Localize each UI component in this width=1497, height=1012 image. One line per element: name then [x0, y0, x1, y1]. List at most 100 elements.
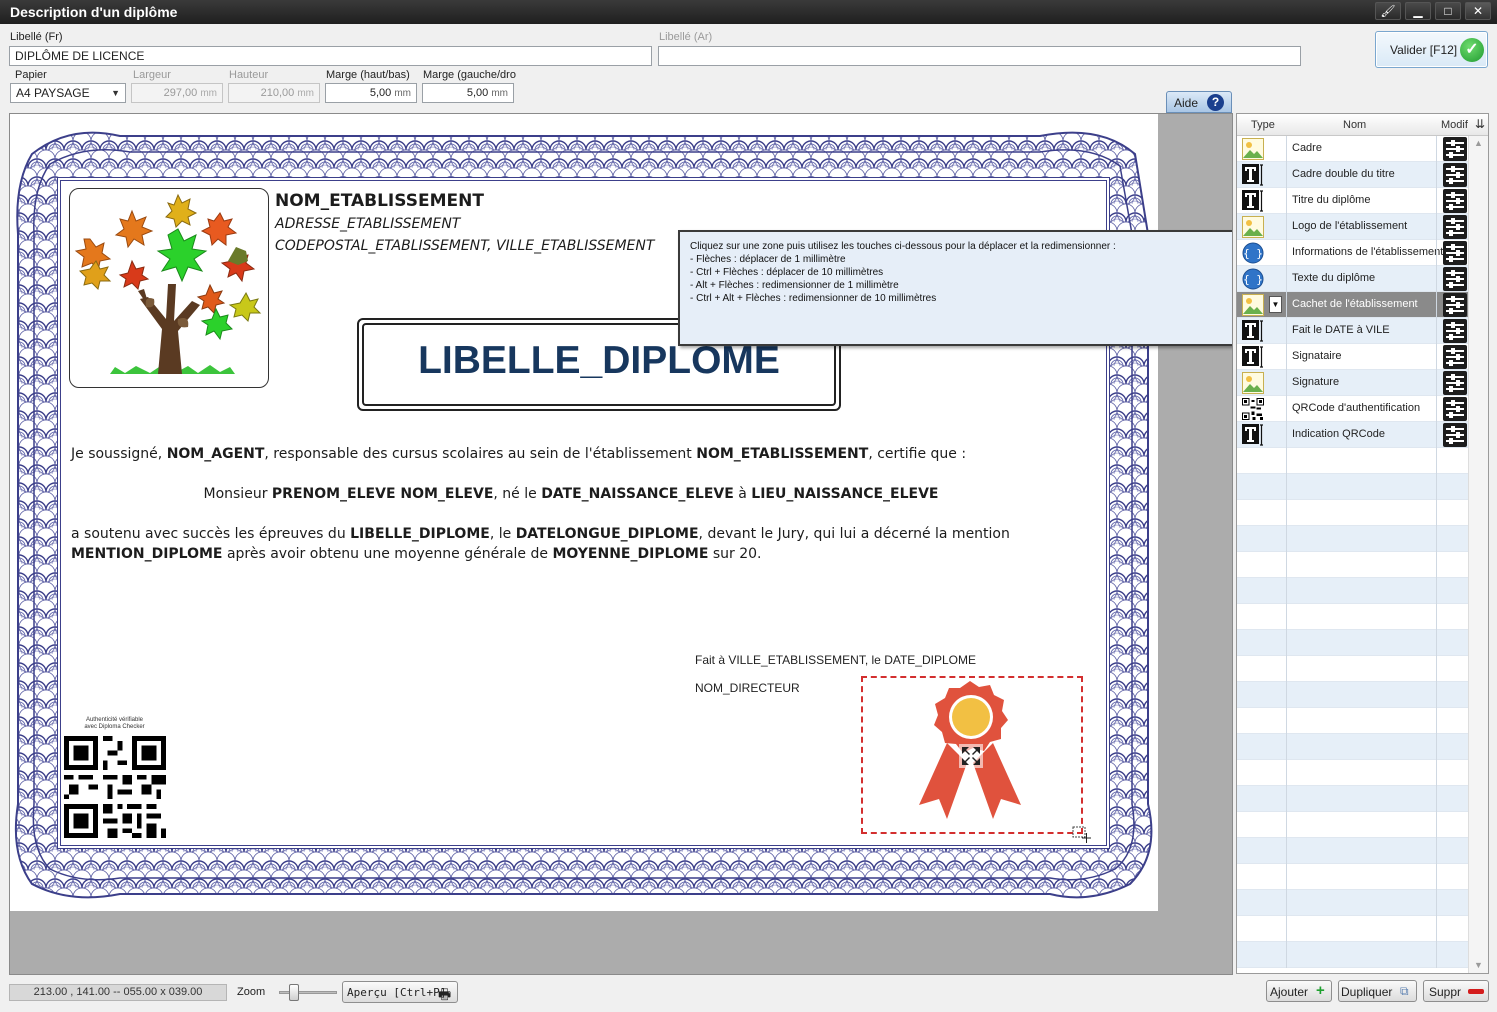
table-row[interactable]: Signataire: [1237, 344, 1470, 370]
elements-table[interactable]: Type Nom Modif ⇊ Cadre Cadre double du ti…: [1236, 113, 1489, 974]
text-run: , devant le Jury, qui lui a décerné la m…: [698, 526, 1010, 542]
suppr-label: Suppr: [1429, 985, 1462, 999]
placeholder-field: NOM_AGENT: [166, 446, 265, 462]
edit-sliders-icon[interactable]: [1443, 423, 1467, 447]
scroll-up-icon[interactable]: ▲: [1472, 138, 1485, 151]
help-line: - Alt + Flèches : redimensionner de 1 mi…: [690, 280, 899, 291]
apercu-button[interactable]: Aperçu [Ctrl+P] 🖶: [342, 981, 458, 1003]
help-icon: ?: [1207, 94, 1224, 111]
brush-icon[interactable]: 🖌: [1375, 2, 1401, 20]
table-row[interactable]: Cadre: [1237, 136, 1470, 162]
type-cell: [1237, 396, 1287, 422]
table-row[interactable]: Cadre double du titre: [1237, 162, 1470, 188]
modif-cell: [1436, 786, 1470, 812]
establishment-logo[interactable]: [69, 188, 269, 388]
edit-sliders-icon[interactable]: [1443, 345, 1467, 369]
copy-icon: ⧉: [1400, 984, 1409, 998]
edit-sliders-icon[interactable]: [1443, 163, 1467, 187]
qrcode-image[interactable]: [64, 736, 166, 838]
type-cell: [1237, 760, 1287, 786]
zoom-slider[interactable]: [279, 984, 337, 1002]
fait-a-text[interactable]: Fait à VILLE_ETABLISSEMENT, le DATE_DIPL…: [695, 653, 976, 667]
diploma-text-paragraph-3[interactable]: a soutenu avec succès les épreuves du LI…: [71, 526, 1010, 542]
scroll-down-icon[interactable]: ▼: [1472, 960, 1485, 973]
diploma-text-paragraph-2[interactable]: Monsieur PRENOM_ELEVE NOM_ELEVE, né le D…: [71, 486, 1071, 502]
marge-haut-bas-input[interactable]: 5,00 mm: [325, 83, 417, 103]
type-cell: [1237, 188, 1287, 214]
valider-button[interactable]: Valider [F12] ✓: [1375, 31, 1488, 68]
move-arrows-icon[interactable]: [958, 743, 984, 769]
type-cell: [1237, 656, 1287, 682]
table-row[interactable]: Logo de l'établissement: [1237, 214, 1470, 240]
qrcode-caption-line-2: avec Diploma Checker: [84, 724, 145, 730]
establishment-address[interactable]: ADRESSE_ETABLISSEMENT: [275, 216, 460, 232]
modif-cell: [1436, 500, 1470, 526]
column-type[interactable]: Type: [1251, 119, 1275, 131]
marge-gauche-droite-input[interactable]: 5,00 mm: [422, 83, 514, 103]
edit-sliders-icon[interactable]: [1443, 397, 1467, 421]
table-row-empty: [1237, 890, 1470, 916]
text-run: après avoir obtenu une moyenne générale …: [222, 546, 553, 562]
chevron-down-double-icon[interactable]: ⇊: [1475, 117, 1485, 131]
edit-sliders-icon[interactable]: [1443, 189, 1467, 213]
aide-button[interactable]: Aide ?: [1166, 91, 1232, 113]
table-row[interactable]: QRCode d'authentification: [1237, 396, 1470, 422]
modif-cell: [1436, 292, 1470, 318]
type-cell: [1237, 630, 1287, 656]
row-name: QRCode d'authentification: [1292, 402, 1421, 414]
zoom-slider-thumb[interactable]: [289, 984, 299, 1001]
table-row[interactable]: Titre du diplôme: [1237, 188, 1470, 214]
text-run: , responsable des cursus scolaires au se…: [264, 446, 697, 462]
edit-sliders-icon[interactable]: [1443, 241, 1467, 265]
type-cell: [1237, 604, 1287, 630]
hauteur-label: Hauteur: [229, 69, 269, 81]
column-modif[interactable]: Modif: [1441, 119, 1468, 131]
edit-sliders-icon[interactable]: [1443, 293, 1467, 317]
modif-cell: [1436, 188, 1470, 214]
libelle-ar-input[interactable]: [658, 46, 1301, 66]
placeholder-field: MOYENNE_DIPLOME: [552, 546, 709, 562]
establishment-name[interactable]: NOM_ETABLISSEMENT: [275, 191, 484, 211]
establishment-city[interactable]: CODEPOSTAL_ETABLISSEMENT, VILLE_ETABLISS…: [275, 238, 654, 254]
edit-sliders-icon[interactable]: [1443, 137, 1467, 161]
signataire-text[interactable]: NOM_DIRECTEUR: [695, 681, 800, 695]
qrcode-caption[interactable]: Authenticité vérifiable avec Diploma Che…: [62, 717, 167, 731]
close-button[interactable]: ✕: [1465, 2, 1491, 20]
minimize-button[interactable]: ▁: [1405, 2, 1431, 20]
ajouter-label: Ajouter: [1270, 985, 1309, 999]
type-cell: [1237, 942, 1287, 968]
text-run: , né le: [493, 486, 542, 502]
modif-cell: [1436, 708, 1470, 734]
table-row[interactable]: Fait le DATE à VILE: [1237, 318, 1470, 344]
table-row[interactable]: Signature: [1237, 370, 1470, 396]
modif-cell: [1436, 760, 1470, 786]
diploma-text-paragraph-1[interactable]: Je soussigné, NOM_AGENT, responsable des…: [71, 446, 966, 462]
dupliquer-button[interactable]: Dupliquer ⧉: [1338, 980, 1417, 1002]
type-dropdown-icon[interactable]: ▼: [1269, 296, 1282, 313]
libelle-fr-input[interactable]: DIPLÔME DE LICENCE: [9, 46, 652, 66]
edit-sliders-icon[interactable]: [1443, 319, 1467, 343]
type-cell: [1237, 812, 1287, 838]
maximize-button[interactable]: □: [1435, 2, 1461, 20]
ajouter-button[interactable]: Ajouter +: [1266, 980, 1332, 1002]
papier-select[interactable]: A4 PAYSAGE ▼: [10, 83, 126, 103]
column-nom[interactable]: Nom: [1343, 119, 1366, 131]
edit-sliders-icon[interactable]: [1443, 267, 1467, 291]
diploma-text-paragraph-3b[interactable]: MENTION_DIPLOME après avoir obtenu une m…: [71, 546, 762, 562]
table-row[interactable]: Indication QRCode: [1237, 422, 1470, 448]
modif-cell: [1436, 266, 1470, 292]
table-row[interactable]: ▼ Cachet de l'établissement: [1237, 292, 1470, 318]
suppr-button[interactable]: Suppr: [1423, 980, 1489, 1002]
edit-sliders-icon[interactable]: [1443, 215, 1467, 239]
resize-handle-icon[interactable]: [1072, 825, 1092, 843]
window-title: Description d'un diplôme: [10, 4, 178, 20]
type-cell: [1237, 682, 1287, 708]
edit-sliders-icon[interactable]: [1443, 371, 1467, 395]
table-row-empty: [1237, 708, 1470, 734]
table-row-empty: [1237, 916, 1470, 942]
table-scrollbar[interactable]: ▲ ▼: [1468, 136, 1488, 973]
text-run: , certifie que :: [868, 446, 967, 462]
table-row[interactable]: { } Informations de l'établissement: [1237, 240, 1470, 266]
table-row[interactable]: { } Texte du diplôme: [1237, 266, 1470, 292]
design-canvas[interactable]: NOM_ETABLISSEMENT ADRESSE_ETABLISSEMENT …: [9, 113, 1233, 975]
